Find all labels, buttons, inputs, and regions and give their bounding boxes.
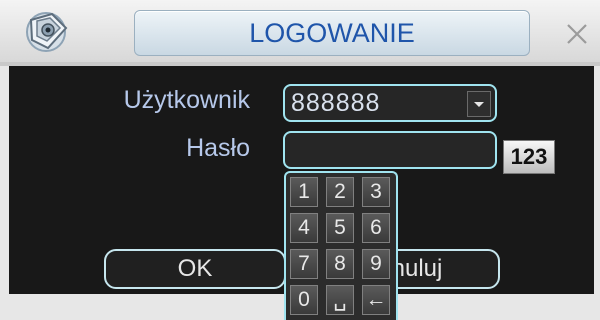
user-select[interactable]: 888888: [283, 84, 497, 122]
keypad-key-9[interactable]: 9: [362, 249, 390, 279]
keypad-key-8[interactable]: 8: [326, 249, 354, 279]
chevron-down-icon: [474, 102, 484, 107]
user-label: Użytkownik: [123, 86, 250, 114]
dialog-title: LOGOWANIE: [134, 10, 530, 56]
keypad-key-0[interactable]: 0: [290, 285, 318, 315]
numeric-keypad: 1 2 3 4 5 6 7 8 9 0 ␣ ←: [284, 171, 398, 320]
keypad-key-4[interactable]: 4: [290, 213, 318, 243]
keypad-key-3[interactable]: 3: [362, 177, 390, 207]
keypad-key-space[interactable]: ␣: [326, 285, 354, 315]
user-dropdown-button[interactable]: [467, 91, 491, 117]
password-label: Hasło: [186, 134, 250, 162]
ok-button[interactable]: OK: [104, 249, 286, 289]
keypad-key-7[interactable]: 7: [290, 249, 318, 279]
keypad-key-backspace[interactable]: ←: [362, 285, 390, 315]
keypad-key-6[interactable]: 6: [362, 213, 390, 243]
keypad-key-5[interactable]: 5: [326, 213, 354, 243]
close-icon[interactable]: [565, 22, 589, 46]
user-select-value: 888888: [291, 89, 381, 117]
app-logo-icon: [26, 12, 68, 52]
password-input[interactable]: [283, 131, 497, 169]
title-bar: LOGOWANIE: [0, 0, 600, 62]
keypad-key-2[interactable]: 2: [326, 177, 354, 207]
input-mode-button[interactable]: 123: [503, 140, 555, 174]
keypad-key-1[interactable]: 1: [290, 177, 318, 207]
